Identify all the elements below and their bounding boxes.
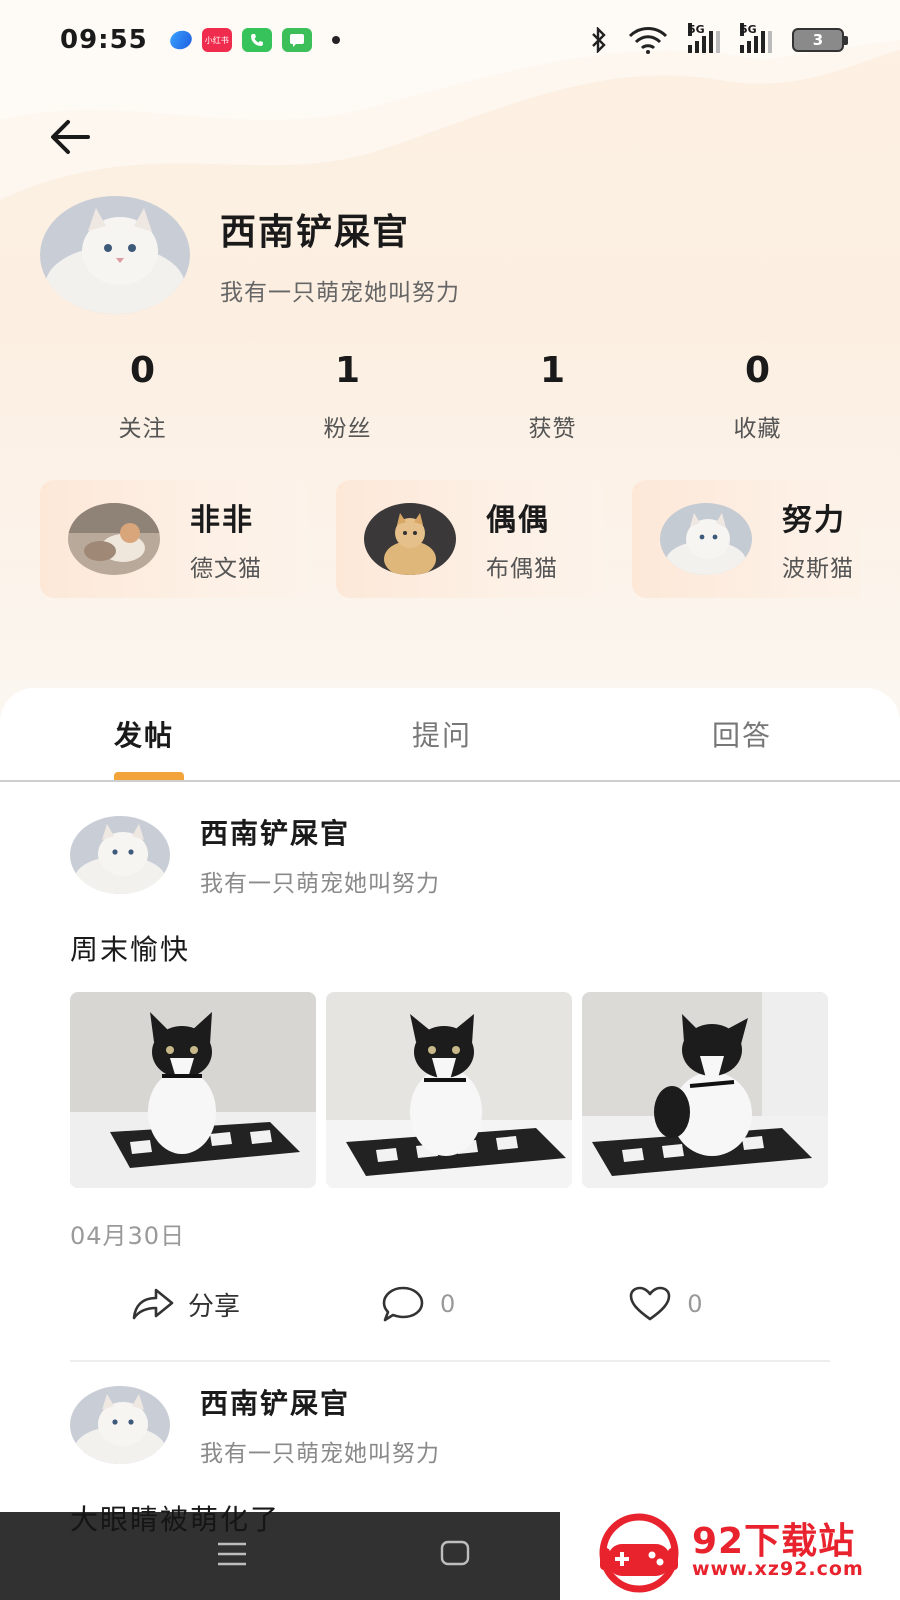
pet-avatar: [660, 503, 752, 575]
profile-name: 西南铲屎官: [220, 212, 411, 253]
stat-followers[interactable]: 1 粉丝: [245, 350, 450, 443]
pet-name: 偶偶: [486, 503, 550, 538]
profile-stats: 0 关注 1 粉丝 1 获赞 0 收藏: [40, 350, 860, 443]
pet-breed: 波斯猫: [782, 556, 854, 582]
status-time: 09:55: [60, 25, 148, 55]
post-card[interactable]: 西南铲屎官 我有一只萌宠她叫努力 周末愉快 04月30日 分享 0 0: [70, 812, 830, 1329]
stat-label: 关注: [118, 416, 167, 442]
stat-label: 获赞: [528, 416, 577, 442]
heart-icon: [629, 1286, 671, 1321]
post-header: 西南铲屎官 我有一只萌宠她叫努力: [70, 1382, 830, 1468]
stat-value: 1: [539, 350, 566, 391]
post-image[interactable]: [582, 992, 828, 1188]
battery-icon: 3: [792, 28, 848, 52]
stat-likes[interactable]: 1 获赞: [450, 350, 655, 443]
stat-label: 粉丝: [323, 416, 372, 442]
home-icon[interactable]: [438, 1536, 472, 1570]
back-button[interactable]: [46, 112, 96, 162]
post-actions: 分享 0 0: [70, 1279, 830, 1329]
post-image-grid: [70, 992, 830, 1188]
comment-icon: [382, 1286, 424, 1322]
like-count: 0: [687, 1290, 703, 1318]
site-watermark: 92下载站 www.xz92.com: [560, 1504, 900, 1600]
profile-bio: 我有一只萌宠她叫努力: [220, 280, 460, 306]
post-image[interactable]: [326, 992, 572, 1188]
status-bar: 09:55 小红书 5G 5G 3: [0, 0, 900, 80]
stat-value: 0: [744, 350, 771, 391]
post-author-avatar[interactable]: [70, 816, 170, 894]
tab-divider: [0, 780, 900, 782]
post-image[interactable]: [70, 992, 316, 1188]
post-author-avatar[interactable]: [70, 1386, 170, 1464]
phone-app-icon: [241, 28, 272, 52]
pet-avatar: [68, 503, 160, 575]
menu-icon[interactable]: [216, 1540, 248, 1568]
bluetooth-icon: [592, 27, 606, 53]
stat-following[interactable]: 0 关注: [40, 350, 245, 443]
pet-card[interactable]: 非非 德文猫: [40, 480, 308, 598]
tab-posts[interactable]: 发帖: [114, 714, 174, 754]
profile-avatar[interactable]: [40, 196, 190, 314]
post-text: 周末愉快: [70, 933, 191, 966]
content-sheet: 发帖 提问 回答 西南铲屎官 我有一只萌宠她叫努力 周末愉快 04月30日 分享…: [0, 688, 900, 1600]
system-nav-bar: [0, 1512, 560, 1600]
post-header: 西南铲屎官 我有一只萌宠她叫努力: [70, 812, 830, 898]
stat-value: 1: [334, 350, 361, 391]
stat-value: 0: [129, 350, 156, 391]
comment-count: 0: [440, 1290, 456, 1318]
post-author-bio: 我有一只萌宠她叫努力: [200, 871, 440, 897]
post-divider: [70, 1360, 830, 1362]
signal-icon-1: 5G: [688, 23, 720, 53]
watermark-title: 92下载站: [692, 1521, 856, 1562]
gamepad-logo-icon: [599, 1513, 679, 1593]
pet-name: 非非: [190, 503, 254, 538]
tab-questions[interactable]: 提问: [412, 714, 472, 754]
pet-card[interactable]: 努力 波斯猫: [632, 480, 860, 598]
wifi-icon: [628, 27, 668, 54]
pet-breed: 布偶猫: [486, 556, 558, 582]
active-tab-indicator: [114, 772, 184, 780]
share-button[interactable]: 分享: [130, 1286, 240, 1323]
stat-favorites[interactable]: 0 收藏: [655, 350, 860, 443]
post-author-name: 西南铲屎官: [200, 817, 351, 850]
post-author-name: 西南铲屎官: [200, 1387, 351, 1420]
message-app-icon: [281, 28, 312, 52]
pet-card[interactable]: 偶偶 布偶猫: [336, 480, 604, 598]
pet-list: 非非 德文猫 偶偶 布偶猫 努力 波斯猫: [40, 480, 860, 600]
notification-icons: 小红书: [167, 27, 340, 53]
post-author-bio: 我有一只萌宠她叫努力: [200, 1441, 440, 1467]
profile-header: 西南铲屎官 我有一只萌宠她叫努力: [40, 196, 460, 314]
browser-app-icon: [167, 27, 195, 53]
share-label: 分享: [188, 1291, 241, 1322]
comment-button[interactable]: 0: [380, 1284, 455, 1324]
like-button[interactable]: 0: [627, 1284, 703, 1324]
arrow-left-icon: [51, 120, 90, 154]
pet-avatar: [364, 503, 456, 575]
post-date: 04月30日: [70, 1222, 186, 1250]
battery-level: 3: [812, 31, 824, 49]
more-notifications-dot: [331, 36, 340, 44]
stat-label: 收藏: [733, 416, 782, 442]
pet-breed: 德文猫: [190, 556, 262, 582]
status-indicators: 5G 5G 3: [590, 23, 848, 54]
tab-bar: 发帖 提问 回答: [0, 688, 900, 782]
pet-name: 努力: [782, 503, 846, 538]
watermark-url: www.xz92.com: [692, 1558, 864, 1580]
xiaohongshu-app-icon: 小红书: [201, 28, 232, 52]
signal-icon-2: 5G: [740, 23, 772, 53]
tab-answers[interactable]: 回答: [712, 714, 772, 754]
share-icon: [132, 1288, 174, 1320]
